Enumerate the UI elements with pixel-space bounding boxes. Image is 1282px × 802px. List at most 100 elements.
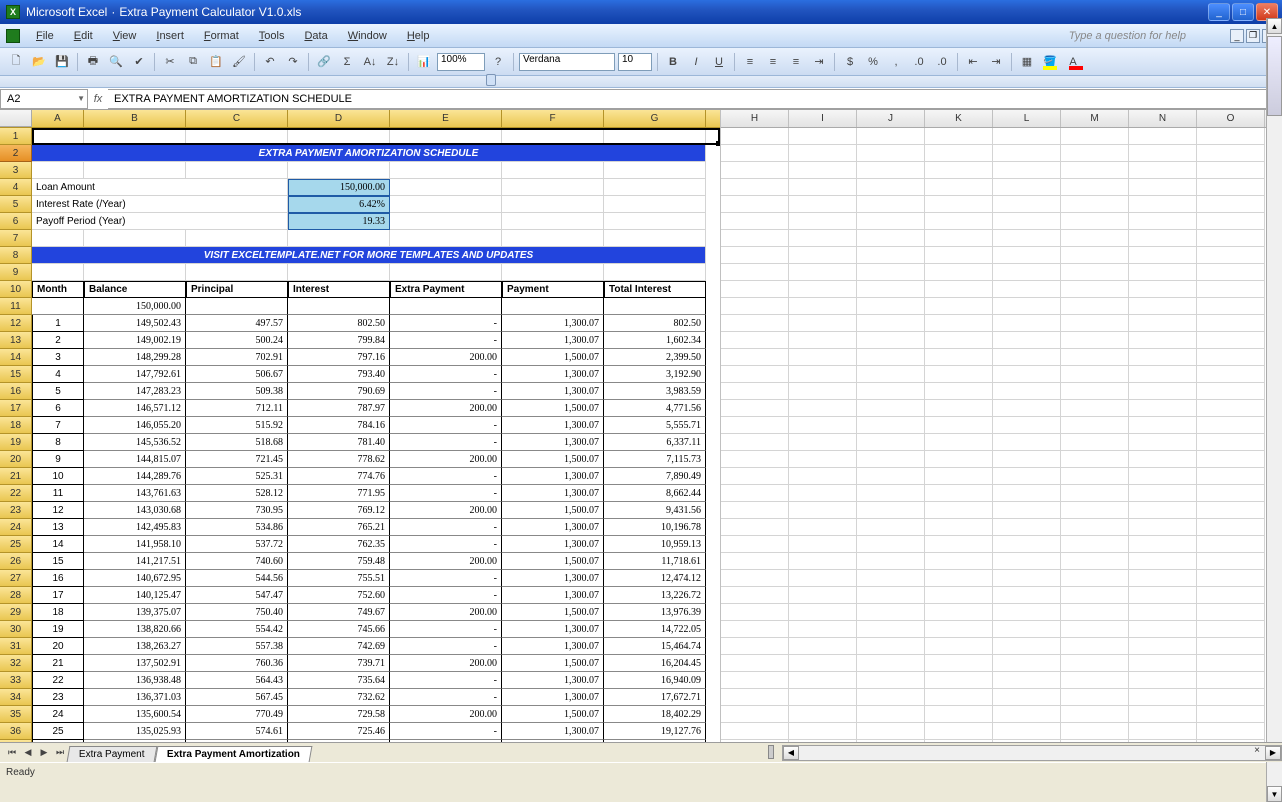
menu-file[interactable]: File	[28, 28, 62, 44]
table-cell[interactable]: 10	[32, 468, 84, 485]
table-cell[interactable]: 1,300.07	[502, 587, 604, 604]
col-header-K[interactable]: K	[925, 110, 993, 127]
table-cell[interactable]: 739.71	[288, 655, 390, 672]
cell[interactable]	[604, 162, 706, 179]
table-cell[interactable]: 760.36	[186, 655, 288, 672]
row-header-16[interactable]: 16	[0, 383, 32, 400]
table-cell[interactable]: 145,536.52	[84, 434, 186, 451]
table-cell[interactable]: 769.12	[288, 502, 390, 519]
table-cell[interactable]: 730.95	[186, 502, 288, 519]
cell[interactable]	[604, 230, 706, 247]
table-cell[interactable]: 1,300.07	[502, 723, 604, 740]
table-cell[interactable]: 1,500.07	[502, 502, 604, 519]
menu-data[interactable]: Data	[296, 28, 335, 44]
cell[interactable]	[84, 264, 186, 281]
menu-format[interactable]: Format	[196, 28, 247, 44]
table-cell[interactable]: 742.69	[288, 638, 390, 655]
undo-button[interactable]: ↶	[260, 52, 280, 72]
table-cell[interactable]: 22	[32, 672, 84, 689]
cell[interactable]	[32, 264, 84, 281]
table-cell[interactable]: 1	[32, 315, 84, 332]
table-cell[interactable]: 7,890.49	[604, 468, 706, 485]
increase-indent-button[interactable]: ⇥	[986, 52, 1006, 72]
row-header-4[interactable]: 4	[0, 179, 32, 196]
row-header-25[interactable]: 25	[0, 536, 32, 553]
col-header-O[interactable]: O	[1197, 110, 1265, 127]
table-cell[interactable]: 138,820.66	[84, 621, 186, 638]
table-cell[interactable]: 13,976.39	[604, 604, 706, 621]
autosum-button[interactable]: Σ	[337, 52, 357, 72]
cell[interactable]	[32, 162, 84, 179]
table-cell[interactable]: 13,226.72	[604, 587, 706, 604]
print-preview-button[interactable]: 🔍	[106, 52, 126, 72]
new-button[interactable]: 🗋	[6, 52, 26, 72]
table-cell[interactable]: 745.66	[288, 621, 390, 638]
vertical-scrollbar[interactable]: ▲ ▼	[1266, 110, 1282, 742]
table-cell[interactable]: 525.31	[186, 468, 288, 485]
col-header-J[interactable]: J	[857, 110, 925, 127]
table-cell[interactable]: -	[390, 638, 502, 655]
tab-close-icon[interactable]: ×	[1254, 745, 1260, 756]
table-cell[interactable]: 2,399.50	[604, 349, 706, 366]
table-cell[interactable]: 752.60	[288, 587, 390, 604]
table-cell[interactable]: 729.58	[288, 706, 390, 723]
table-cell[interactable]: 802.50	[604, 315, 706, 332]
table-cell[interactable]: 14	[32, 536, 84, 553]
italic-button[interactable]: I	[686, 52, 706, 72]
row-header-34[interactable]: 34	[0, 689, 32, 706]
table-cell[interactable]: 778.62	[288, 451, 390, 468]
cell[interactable]	[186, 264, 288, 281]
table-cell[interactable]: 544.56	[186, 570, 288, 587]
table-cell[interactable]: 200.00	[390, 604, 502, 621]
table-cell[interactable]: 755.51	[288, 570, 390, 587]
cell[interactable]	[84, 128, 186, 145]
table-cell[interactable]: 24	[32, 706, 84, 723]
table-cell[interactable]: 712.11	[186, 400, 288, 417]
table-cell[interactable]: 1,500.07	[502, 604, 604, 621]
table-cell[interactable]: 7	[32, 417, 84, 434]
help-button[interactable]: ?	[488, 52, 508, 72]
table-cell[interactable]: 200.00	[390, 553, 502, 570]
font-color-button[interactable]: A	[1063, 52, 1083, 72]
col-header-A[interactable]: A	[32, 110, 84, 127]
row-header-21[interactable]: 21	[0, 468, 32, 485]
table-cell[interactable]: -	[390, 536, 502, 553]
table-cell[interactable]: 1,500.07	[502, 451, 604, 468]
table-cell[interactable]: 1,500.07	[502, 706, 604, 723]
rate-label[interactable]: Interest Rate (/Year)	[32, 196, 288, 213]
table-cell[interactable]: 770.49	[186, 706, 288, 723]
table-cell[interactable]: 140,125.47	[84, 587, 186, 604]
horizontal-scrollbar[interactable]: ◀ ▶	[782, 745, 1282, 761]
table-cell[interactable]: 797.16	[288, 349, 390, 366]
row-header-14[interactable]: 14	[0, 349, 32, 366]
table-cell[interactable]: 749.67	[288, 604, 390, 621]
chevron-down-icon[interactable]: ▼	[77, 94, 85, 103]
table-cell[interactable]: 1,602.34	[604, 332, 706, 349]
table-cell[interactable]: 534.86	[186, 519, 288, 536]
row-header-18[interactable]: 18	[0, 417, 32, 434]
row-header-20[interactable]: 20	[0, 451, 32, 468]
table-cell[interactable]: 147,283.23	[84, 383, 186, 400]
fill-color-button[interactable]: 🪣	[1040, 52, 1060, 72]
cell[interactable]	[502, 230, 604, 247]
loan-value[interactable]: 150,000.00	[288, 179, 390, 196]
cell[interactable]	[390, 162, 502, 179]
table-cell[interactable]: -	[390, 689, 502, 706]
col-header-I[interactable]: I	[789, 110, 857, 127]
cell[interactable]	[32, 230, 84, 247]
table-cell[interactable]: 721.45	[186, 451, 288, 468]
table-cell[interactable]: 1,300.07	[502, 383, 604, 400]
table-cell[interactable]: 143,761.63	[84, 485, 186, 502]
table-cell[interactable]: -	[390, 621, 502, 638]
table-cell[interactable]: 1,500.07	[502, 553, 604, 570]
rate-value[interactable]: 6.42%	[288, 196, 390, 213]
table-cell[interactable]: 16,204.45	[604, 655, 706, 672]
col-header-C[interactable]: C	[186, 110, 288, 127]
table-cell[interactable]: 762.35	[288, 536, 390, 553]
table-cell[interactable]: 790.69	[288, 383, 390, 400]
row-header-15[interactable]: 15	[0, 366, 32, 383]
link-cell[interactable]: VISIT EXCELTEMPLATE.NET FOR MORE TEMPLAT…	[32, 247, 706, 264]
table-cell[interactable]: 200.00	[390, 451, 502, 468]
table-cell[interactable]: 771.95	[288, 485, 390, 502]
row-header-3[interactable]: 3	[0, 162, 32, 179]
